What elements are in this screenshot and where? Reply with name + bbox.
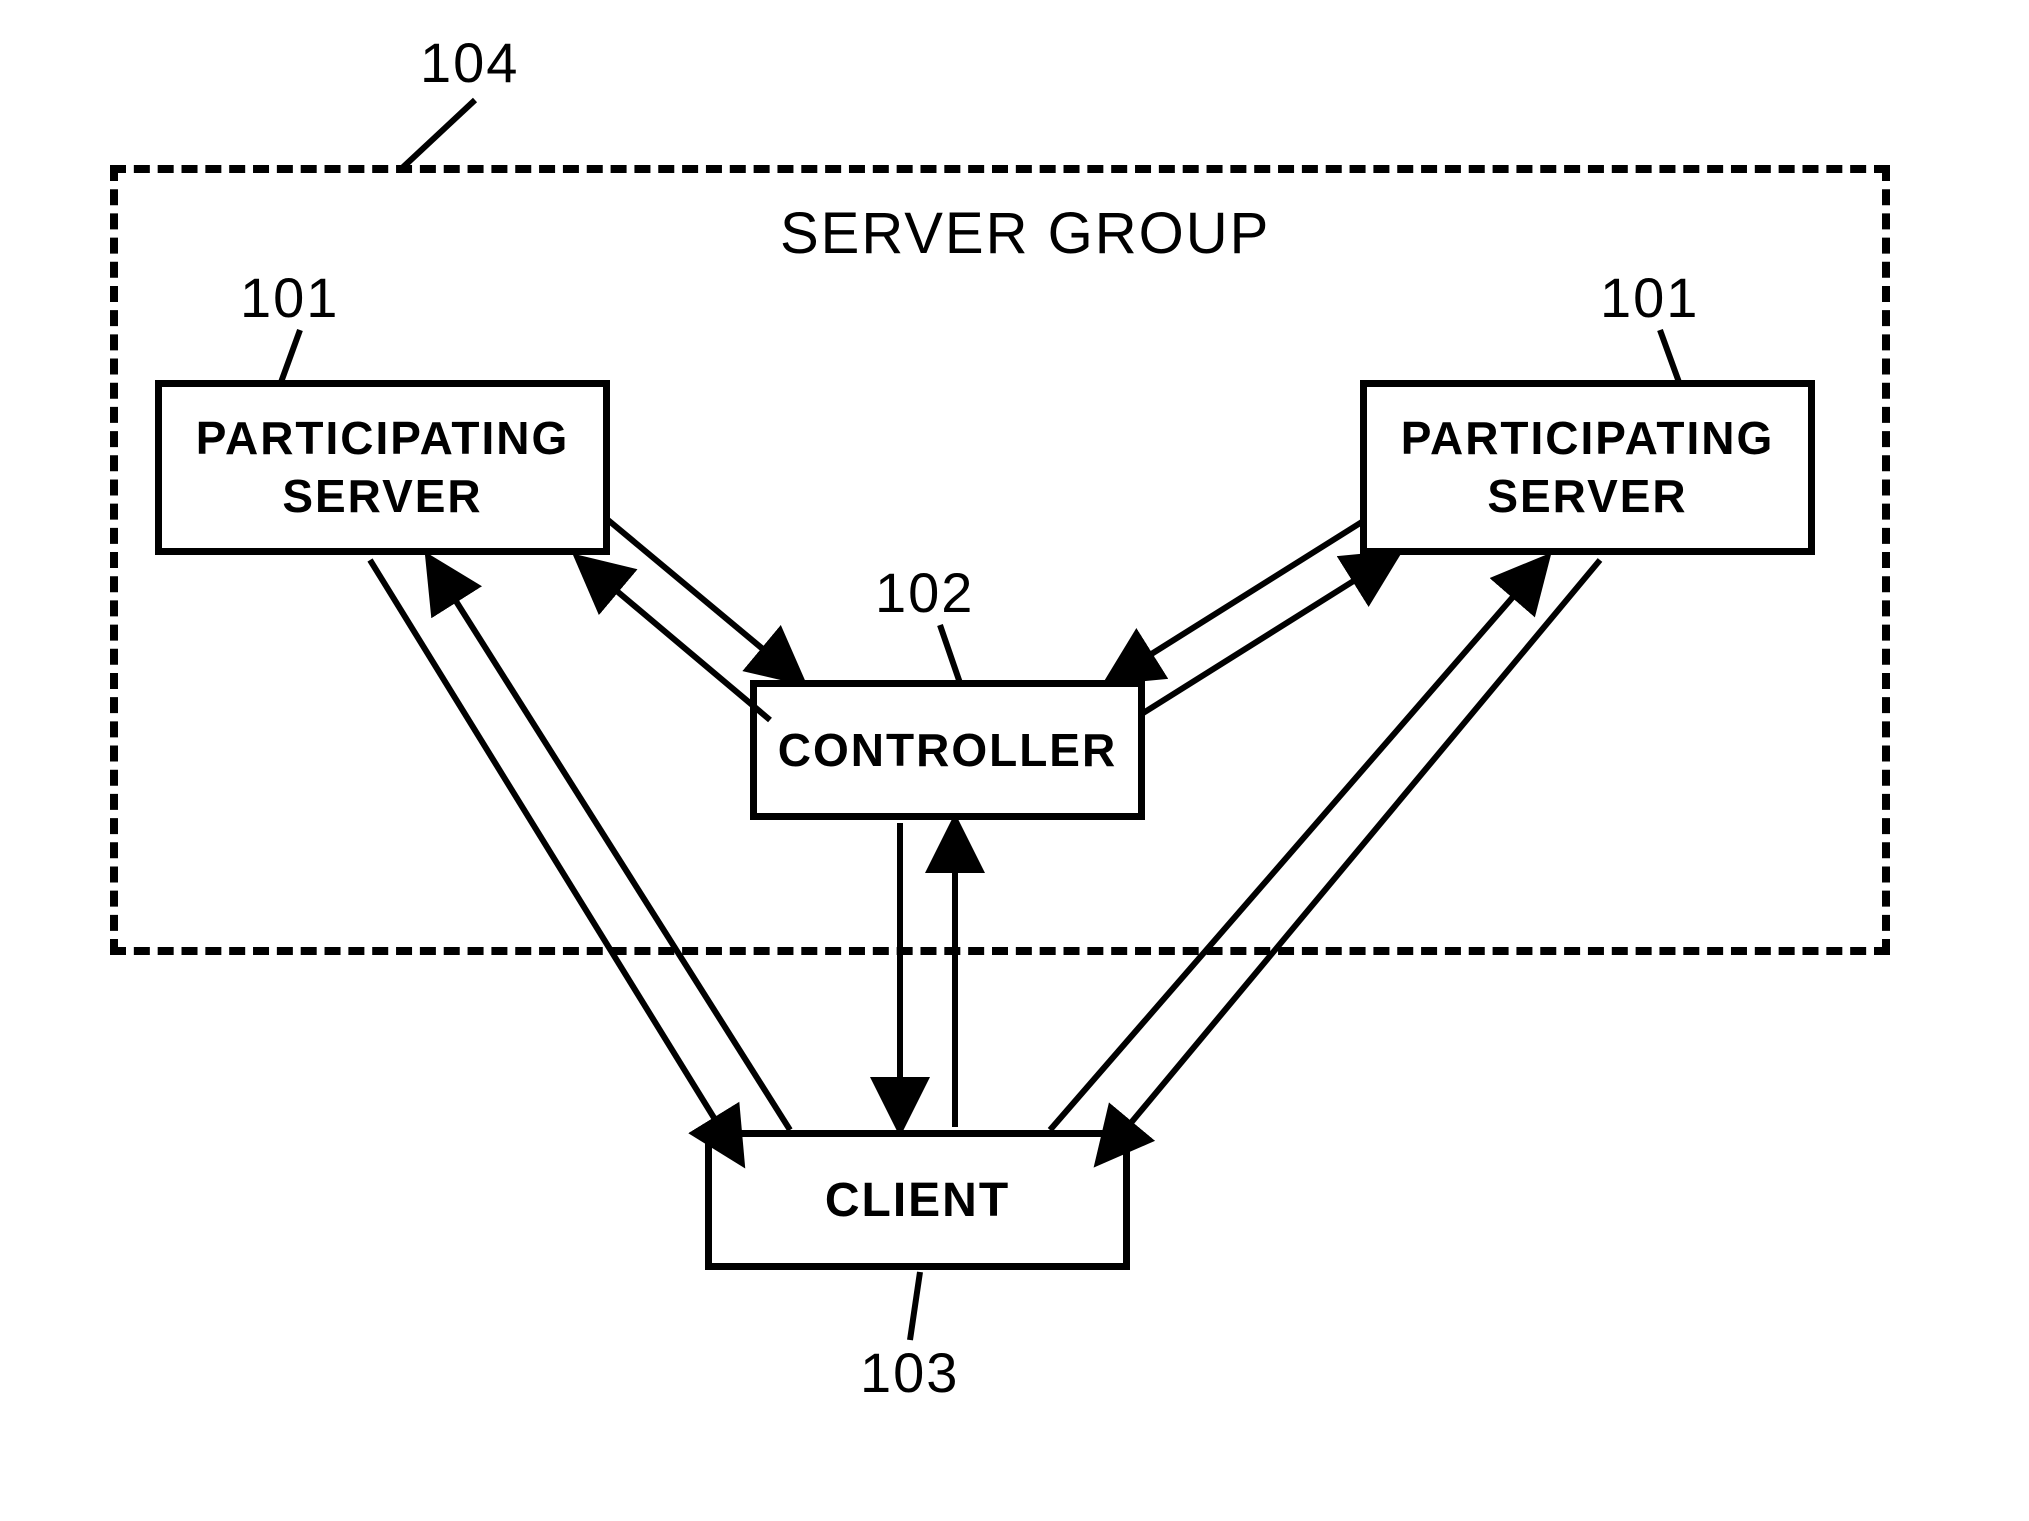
ref-104: 104 (420, 30, 519, 95)
ref-101-left: 101 (240, 265, 339, 330)
controller-label: CONTROLLER (778, 723, 1117, 777)
server-right-line1: PARTICIPATING (1401, 410, 1775, 468)
ref-101-right: 101 (1600, 265, 1699, 330)
server-right-line2: SERVER (1401, 468, 1775, 526)
server-left-line2: SERVER (196, 468, 570, 526)
participating-server-right: PARTICIPATING SERVER (1360, 380, 1815, 555)
leader-104 (400, 100, 475, 170)
client-box: CLIENT (705, 1130, 1130, 1270)
participating-server-left: PARTICIPATING SERVER (155, 380, 610, 555)
server-group-title: SERVER GROUP (780, 200, 1270, 267)
leader-103 (910, 1272, 920, 1340)
diagram-stage: SERVER GROUP 104 PARTICIPATING SERVER 10… (0, 0, 2029, 1521)
ref-102: 102 (875, 560, 974, 625)
controller-box: CONTROLLER (750, 680, 1145, 820)
client-label: CLIENT (825, 1173, 1010, 1228)
server-left-line1: PARTICIPATING (196, 410, 570, 468)
ref-103: 103 (860, 1340, 959, 1405)
